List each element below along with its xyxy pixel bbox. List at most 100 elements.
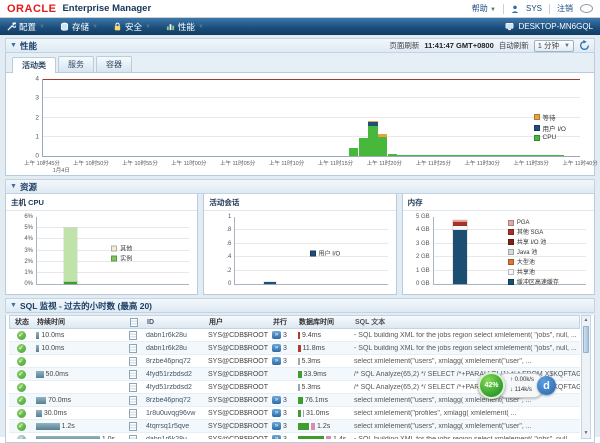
column-header-report[interactable]: [124, 318, 144, 327]
monitor-report-icon[interactable]: [129, 370, 137, 379]
table-scrollbar[interactable]: ▲ ▼: [581, 315, 591, 439]
column-header-并行[interactable]: 并行: [270, 317, 296, 327]
status-cell: ✓: [9, 370, 33, 379]
performance-panel: 活动类 服务 容器 01234 上午 10时45分1月4日上午 10时50分上午…: [5, 53, 595, 176]
sql-id-cell: dabn1r6k28u: [143, 332, 205, 339]
chart-title: 内存: [403, 194, 594, 211]
scrollbar-track[interactable]: [582, 325, 590, 429]
progress-gauge[interactable]: 42%: [478, 372, 505, 399]
db-time-bar: [298, 371, 302, 378]
legend-swatch: [534, 135, 540, 141]
activity-bar: [368, 79, 377, 156]
column-header-数据库时间[interactable]: 数据库时间: [296, 317, 352, 327]
app-header: ORACLE Enterprise Manager 帮助 ▼ SYS 注销: [0, 0, 600, 18]
gridline: [235, 229, 387, 230]
gridline: [37, 227, 189, 228]
help-menu[interactable]: 帮助 ▼: [472, 3, 496, 14]
duration-text: 70.0ms: [48, 397, 71, 404]
divider: [503, 4, 504, 14]
performance-section-header: ▼ 性能 页面刷新 11:41:47 GMT+0800 自动刷新 1 分钟▼: [5, 38, 595, 53]
tab-services[interactable]: 服务: [58, 56, 94, 72]
user-cell: SYS@CDB$ROOT: [205, 397, 269, 404]
duration-text: 10.0ms: [41, 332, 64, 339]
legend-swatch: [508, 249, 514, 255]
scrollbar-thumb[interactable]: [583, 326, 589, 353]
bar-segment-cpu: [359, 138, 368, 156]
duration-cell: 10.0ms: [33, 345, 123, 352]
monitor-report-icon[interactable]: [129, 344, 137, 353]
menu-storage[interactable]: 存储▼: [60, 21, 98, 33]
column-header-用户[interactable]: 用户: [206, 317, 270, 327]
monitor-report-icon[interactable]: [129, 422, 137, 431]
db-time-text: 5.3ms: [302, 358, 321, 365]
collapse-icon[interactable]: ▼: [10, 42, 17, 49]
performance-icon: [166, 22, 175, 31]
menu-configuration[interactable]: 配置▼: [7, 21, 45, 33]
resources-section-header: ▼ 资源: [5, 179, 595, 194]
gridline: [43, 117, 580, 118]
parallel-degree: 3: [283, 345, 287, 352]
sql-id-cell: 8rzbe46pnq72: [143, 358, 205, 365]
status-cell: ✓: [9, 422, 33, 431]
table-row[interactable]: ✓10.0msdabn1r6k28uSYS@CDB$ROOT»39.4ms- S…: [9, 329, 580, 342]
download-overlay[interactable]: 42% ↑ 0.00k/s ↓ 114k/s d: [478, 372, 556, 399]
legend-item: Java 池: [508, 247, 559, 256]
current-user[interactable]: SYS: [526, 4, 542, 13]
legend-swatch: [310, 250, 316, 256]
db-time-bar: [298, 332, 300, 339]
report-cell: [123, 422, 143, 431]
table-row[interactable]: ✓30.0ms1r8u0uvqg96vwSYS@CDB$ROOT»331.0ms…: [9, 407, 580, 420]
db-time-cell: 5.3ms: [295, 384, 351, 391]
user-cell: SYS@CDB$ROOT: [205, 358, 269, 365]
y-axis-tick: 2 GB: [408, 254, 430, 260]
upload-speed: 0.00k/s: [515, 377, 534, 383]
y-axis-tick: 1 GB: [408, 268, 430, 274]
report-cell: [123, 383, 143, 392]
duration-bar: [36, 397, 46, 404]
parallel-degree: 3: [283, 423, 287, 430]
user-cell: SYS@CDB$ROOT: [205, 436, 269, 440]
monitor-report-icon[interactable]: [129, 383, 137, 392]
tab-activity-classes[interactable]: 活动类: [12, 57, 56, 73]
collapse-icon[interactable]: ▼: [10, 302, 17, 309]
auto-refresh-select[interactable]: 1 分钟▼: [534, 40, 574, 52]
db-time-text: 5.3ms: [302, 384, 321, 391]
menu-performance[interactable]: 性能▼: [166, 21, 204, 33]
column-header-SQL 文本[interactable]: SQL 文本: [352, 317, 579, 327]
chevron-down-icon: ▼: [145, 24, 151, 30]
monitor-report-icon[interactable]: [129, 409, 137, 418]
column-header-持续时间[interactable]: 持续时间: [34, 317, 124, 327]
download-app-icon[interactable]: d: [537, 376, 556, 395]
x-axis-tick: 上午 10时55分: [122, 159, 158, 167]
sql-text-cell: select xmlelement("profiles", xmlagg( xm…: [351, 410, 580, 417]
storage-icon: [60, 22, 69, 31]
chart-legend: 用户 I/O: [310, 248, 341, 259]
monitor-report-icon[interactable]: [129, 331, 137, 340]
report-cell: [123, 331, 143, 340]
table-row[interactable]: ✓1.0sdabn1r6k28uSYS@CDB$ROOT»31.4s- SQL …: [9, 433, 580, 439]
parallel-cell: »3: [269, 435, 295, 439]
menu-security[interactable]: 安全▼: [113, 21, 151, 33]
db-time-bar: [298, 436, 324, 440]
collapse-icon[interactable]: ▼: [10, 183, 17, 190]
table-row[interactable]: ✓8rzbe46pnq72SYS@CDB$ROOT»35.3msselect x…: [9, 355, 580, 368]
chart-title: 活动会话: [204, 194, 395, 211]
bar-segment: [64, 282, 76, 284]
cloud-icon: [580, 4, 593, 13]
tab-containers[interactable]: 容器: [96, 56, 132, 72]
column-header-ID[interactable]: ID: [144, 319, 206, 326]
db-time-cell: 1.2s: [295, 423, 351, 430]
table-row[interactable]: ✓1.2s4tqrrsq1r5qveSYS@CDB$ROOT»31.2ssele…: [9, 420, 580, 433]
host-indicator[interactable]: DESKTOP-MN6GQL: [505, 22, 593, 31]
logout-link[interactable]: 注销: [557, 3, 573, 14]
refresh-icon[interactable]: [579, 40, 590, 51]
monitor-report-icon[interactable]: [129, 357, 137, 366]
monitor-report-icon[interactable]: [129, 396, 137, 405]
parallel-degree: 3: [283, 358, 287, 365]
scroll-up-icon[interactable]: ▲: [584, 316, 589, 325]
table-row[interactable]: ✓10.0msdabn1r6k28uSYS@CDB$ROOT»311.8ms- …: [9, 342, 580, 355]
stacked-bar: [453, 217, 467, 284]
legend-swatch: [508, 220, 514, 226]
success-check-icon: ✓: [17, 357, 26, 366]
column-header-状态[interactable]: 状态: [10, 317, 34, 327]
